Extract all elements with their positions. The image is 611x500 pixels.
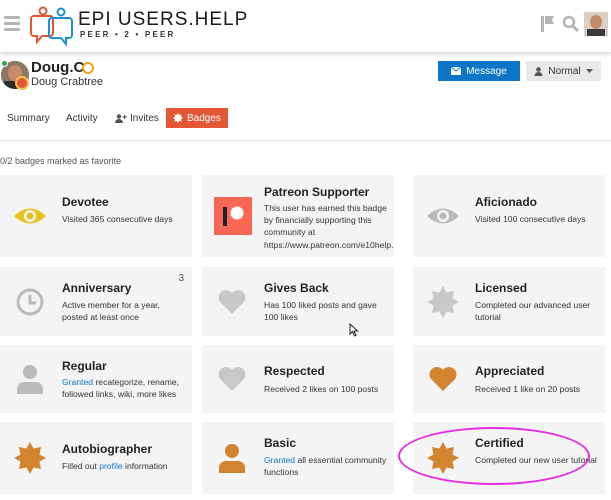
badge-name: Respected — [264, 364, 325, 378]
clock-icon — [13, 285, 47, 319]
badge-name: Gives Back — [264, 281, 329, 295]
badge-name: Basic — [264, 436, 297, 450]
notification-level-dropdown[interactable]: Normal — [526, 61, 601, 81]
badge-card-anniversary[interactable]: 3 Anniversary Active member for a year, … — [0, 267, 192, 336]
badge-name: Autobiographer — [62, 442, 152, 456]
badge-description: Visited 100 consecutive days — [475, 214, 586, 224]
granted-link[interactable]: Granted — [264, 455, 295, 465]
eye-icon — [426, 199, 460, 233]
badge-card-regular[interactable]: Regular Granted recategorize, rename, fo… — [0, 345, 192, 413]
user-icon — [13, 362, 47, 396]
tabs-divider — [0, 140, 611, 141]
badge-card-respected[interactable]: Respected Received 2 likes on 100 posts — [202, 345, 394, 413]
badge-description: This user has earned this badge by finan… — [264, 203, 394, 250]
certificate-icon — [173, 113, 183, 123]
envelope-icon — [451, 67, 462, 75]
eye-icon — [13, 199, 47, 233]
badge-description: Visited 365 consecutive days — [62, 214, 173, 224]
hamburger-icon[interactable] — [4, 16, 20, 31]
badge-description: Received 2 likes on 100 posts — [264, 384, 379, 394]
badge-card-gives-back[interactable]: Gives Back Has 100 liked posts and gave … — [202, 267, 394, 336]
logo-subtitle: PEER • 2 • PEER — [80, 30, 176, 39]
badge-card-autobiographer[interactable]: Autobiographer Filled out profile inform… — [0, 422, 192, 494]
favorites-count: 0/2 badges marked as favorite — [0, 156, 122, 166]
badge-card-licensed[interactable]: Licensed Completed our advanced user tut… — [413, 267, 605, 336]
tab-activity-label: Activity — [66, 112, 98, 124]
notification-level-label: Normal — [548, 65, 581, 77]
flair-icon — [82, 62, 94, 74]
certificate-icon — [13, 441, 47, 475]
patreon-icon — [214, 197, 252, 235]
username: Doug.C — [31, 59, 85, 76]
tab-badges[interactable]: Badges — [166, 108, 228, 128]
avatar-flair-badge — [15, 76, 29, 90]
highlight-annotation — [398, 427, 590, 485]
badge-name: Licensed — [475, 281, 528, 295]
mouse-cursor-icon — [349, 323, 359, 337]
heart-icon — [215, 285, 249, 319]
granted-link[interactable]: Granted — [62, 377, 93, 387]
badge-name: Anniversary — [62, 281, 132, 295]
user-icon — [215, 441, 249, 475]
badge-card-basic[interactable]: Basic Granted all essential community fu… — [202, 422, 394, 494]
badge-description: Granted all essential community function… — [264, 454, 388, 478]
logo-title-accent: EPI — [78, 9, 112, 30]
tab-summary[interactable]: Summary — [7, 108, 50, 128]
flag-icon[interactable] — [540, 15, 556, 33]
badge-description-pre: Filled out — [62, 461, 100, 471]
certificate-icon — [426, 285, 460, 319]
search-icon[interactable] — [562, 15, 579, 32]
badge-card-patreon-supporter[interactable]: Patreon Supporter This user has earned t… — [202, 175, 394, 257]
user-plus-icon — [115, 113, 127, 123]
tab-activity[interactable]: Activity — [66, 108, 98, 128]
badge-description-rest: information — [122, 461, 168, 471]
logo-title-rest: USERS.HELP — [117, 9, 249, 30]
tab-invites[interactable]: Invites — [115, 108, 159, 128]
heart-icon — [215, 362, 249, 396]
badge-name: Aficionado — [475, 195, 537, 209]
heart-icon — [426, 362, 460, 396]
badge-description: Completed our advanced user tutorial — [475, 300, 591, 323]
logo-icon[interactable] — [30, 6, 76, 46]
badge-description: Filled out profile information — [62, 460, 186, 472]
badge-name: Devotee — [62, 195, 109, 209]
profile-link[interactable]: profile — [99, 461, 122, 471]
message-button-label: Message — [466, 65, 507, 77]
badge-description: Granted recategorize, rename, followed l… — [62, 376, 186, 400]
tab-invites-label: Invites — [130, 112, 159, 124]
badge-name: Regular — [62, 359, 107, 373]
logo-title[interactable]: EPI USERS.HELP — [78, 9, 248, 31]
badge-name: Patreon Supporter — [264, 185, 370, 199]
badge-card-aficionado[interactable]: Aficionado Visited 100 consecutive days — [413, 175, 605, 257]
tab-badges-label: Badges — [187, 112, 221, 124]
badge-description: Received 1 like on 20 posts — [475, 384, 581, 394]
tab-summary-label: Summary — [7, 112, 50, 124]
badge-name: Appreciated — [475, 364, 545, 378]
site-header: EPI USERS.HELP PEER • 2 • PEER — [0, 0, 611, 52]
badge-card-appreciated[interactable]: Appreciated Received 1 like on 20 posts — [413, 345, 605, 413]
badge-description: Active member for a year, posted at leas… — [62, 300, 160, 323]
badge-card-devotee[interactable]: Devotee Visited 365 consecutive days — [0, 175, 192, 257]
online-indicator — [1, 60, 8, 67]
user-full-name: Doug Crabtree — [31, 76, 104, 88]
badge-count: 3 — [178, 273, 184, 284]
badge-description: Has 100 liked posts and gave 100 likes — [264, 300, 377, 323]
current-user-avatar[interactable] — [584, 12, 608, 36]
caret-down-icon — [585, 68, 593, 73]
message-button[interactable]: Message — [438, 61, 520, 81]
user-icon — [534, 66, 543, 76]
